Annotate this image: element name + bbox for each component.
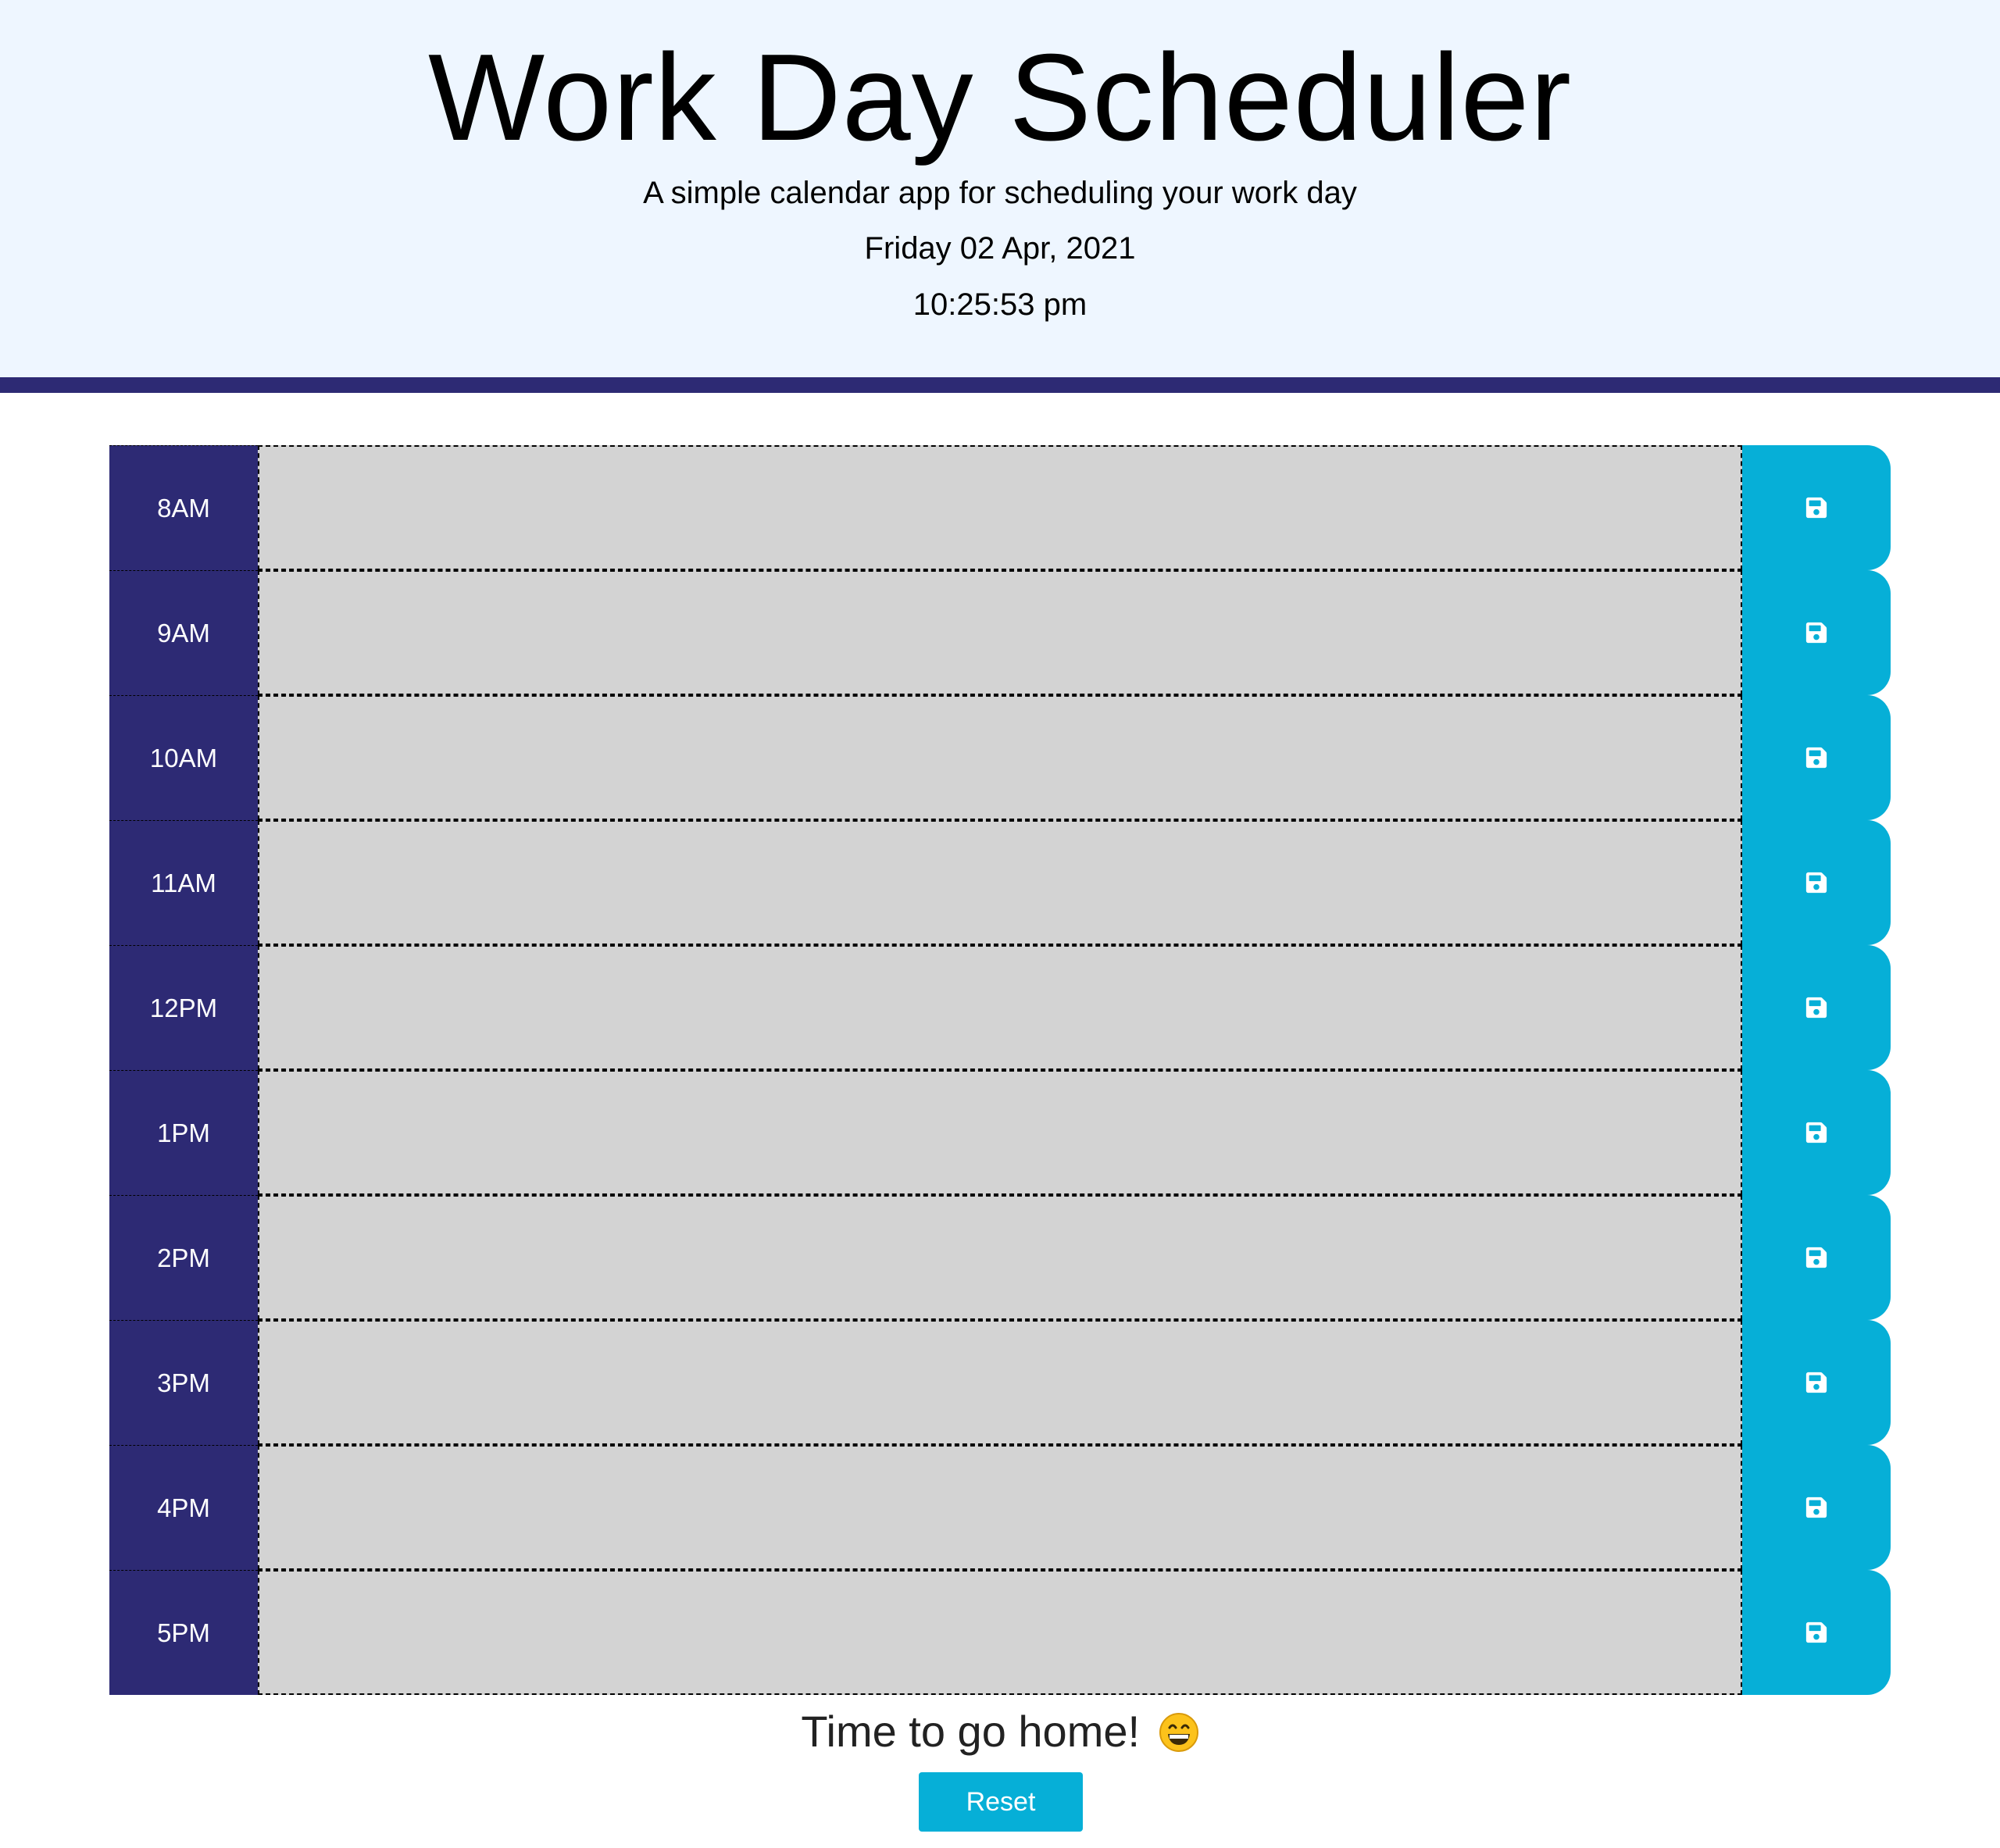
save-icon: [1805, 1122, 1827, 1143]
event-textarea[interactable]: [258, 570, 1742, 695]
hour-label: 2PM: [109, 1195, 258, 1320]
hour-label: 11AM: [109, 820, 258, 945]
footer-message: Time to go home!: [0, 1704, 2000, 1759]
save-button[interactable]: [1742, 1320, 1891, 1445]
save-button[interactable]: [1742, 820, 1891, 945]
hour-label: 5PM: [109, 1570, 258, 1695]
event-textarea[interactable]: [258, 445, 1742, 570]
event-textarea[interactable]: [258, 1320, 1742, 1445]
hour-label: 8AM: [109, 445, 258, 570]
time-block-row: 8AM: [109, 445, 1891, 570]
page-subtitle: A simple calendar app for scheduling you…: [643, 176, 1357, 210]
schedule-container: 8AM 9AM 10AM 11AM 12PM 1PM 2PM 3PM 4PM 5PM: [109, 445, 1891, 1695]
time-block-row: 2PM: [109, 1195, 1891, 1320]
save-icon: [1805, 1621, 1827, 1643]
current-time: 10:25:53 pm: [912, 287, 1088, 322]
hour-label: 1PM: [109, 1070, 258, 1195]
hour-label: 10AM: [109, 695, 258, 820]
page-title: Work Day Scheduler: [428, 29, 1572, 166]
event-textarea[interactable]: [258, 1070, 1742, 1195]
save-icon: [1805, 1372, 1827, 1393]
event-textarea[interactable]: [258, 945, 1742, 1070]
save-button[interactable]: [1742, 1070, 1891, 1195]
event-textarea[interactable]: [258, 820, 1742, 945]
time-block-row: 4PM: [109, 1445, 1891, 1570]
save-button[interactable]: [1742, 570, 1891, 695]
time-block-row: 10AM: [109, 695, 1891, 820]
time-block-row: 12PM: [109, 945, 1891, 1070]
save-icon: [1805, 622, 1827, 644]
event-textarea[interactable]: [258, 695, 1742, 820]
save-button[interactable]: [1742, 695, 1891, 820]
save-button[interactable]: [1742, 945, 1891, 1070]
save-icon: [1805, 1247, 1827, 1268]
time-block-row: 1PM: [109, 1070, 1891, 1195]
grinning-face-icon: [1159, 1713, 1198, 1752]
hour-label: 9AM: [109, 570, 258, 695]
save-button[interactable]: [1742, 1570, 1891, 1695]
save-icon: [1805, 1497, 1827, 1518]
save-icon: [1805, 872, 1827, 894]
event-textarea[interactable]: [258, 1445, 1742, 1570]
header-jumbotron: Work Day Scheduler A simple calendar app…: [0, 0, 2000, 393]
time-block-row: 11AM: [109, 820, 1891, 945]
save-icon: [1805, 497, 1827, 519]
hour-label: 4PM: [109, 1445, 258, 1570]
time-block-row: 5PM: [109, 1570, 1891, 1695]
save-button[interactable]: [1742, 1445, 1891, 1570]
time-block-row: 3PM: [109, 1320, 1891, 1445]
time-block-row: 9AM: [109, 570, 1891, 695]
event-textarea[interactable]: [258, 1570, 1742, 1695]
save-icon: [1805, 747, 1827, 769]
save-button[interactable]: [1742, 1195, 1891, 1320]
hour-label: 12PM: [109, 945, 258, 1070]
hour-label: 3PM: [109, 1320, 258, 1445]
footer-message-text: Time to go home!: [801, 1707, 1141, 1756]
save-button[interactable]: [1742, 445, 1891, 570]
reset-button[interactable]: Reset: [919, 1772, 1083, 1832]
save-icon: [1805, 997, 1827, 1019]
event-textarea[interactable]: [258, 1195, 1742, 1320]
current-date: Friday 02 Apr, 2021: [864, 231, 1136, 266]
